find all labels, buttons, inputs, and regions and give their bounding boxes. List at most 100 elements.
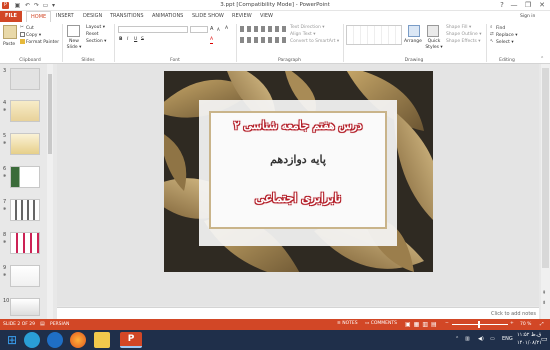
zoom-slider[interactable] (452, 324, 508, 325)
slide-title-line-1[interactable]: درس هفتم جامعه شناسی ۲ (209, 119, 387, 132)
thumbnail-scrollbar-thumb[interactable] (48, 74, 52, 154)
italic-button[interactable]: I (127, 37, 128, 43)
clock-date[interactable]: ۱۴۰۱/۰۸/۲۱ (517, 340, 542, 346)
internet-explorer-icon[interactable] (47, 332, 63, 348)
notes-pane[interactable]: Click to add notes (57, 307, 539, 319)
arrange-button[interactable]: Arrange (404, 39, 422, 45)
tab-home[interactable]: HOME (26, 11, 52, 22)
telegram-icon[interactable] (24, 332, 40, 348)
copy-button[interactable]: Copy ▾ (20, 32, 41, 39)
notes-placeholder[interactable]: Click to add notes (491, 311, 536, 317)
view-buttons[interactable]: ▣▦▥▤ (405, 321, 440, 328)
next-slide-icon[interactable]: ⇟ (542, 300, 546, 306)
format-painter-button[interactable]: Format Painter (20, 39, 59, 46)
align-text-button[interactable]: Align Text ▾ (290, 32, 316, 38)
find-button[interactable]: ⌕ Find (490, 25, 505, 32)
current-slide[interactable]: درس هفتم جامعه شناسی ۲ پایه دوازدهم نابر… (164, 71, 433, 272)
thumbnail-number: 3 (3, 68, 7, 74)
language-indicator[interactable]: PERSIAN (50, 322, 69, 327)
notes-toggle[interactable]: ≡ NOTES (337, 321, 358, 326)
fit-slide-icon[interactable]: ⤢ (540, 321, 544, 327)
collapse-ribbon-icon[interactable]: ⌃ (540, 56, 544, 62)
start-button-icon[interactable]: ⊞ (4, 332, 20, 348)
shrink-font-button[interactable]: A (217, 27, 220, 33)
help-button[interactable]: ? (496, 1, 508, 10)
cut-button[interactable]: ✂ Cut (20, 25, 34, 32)
title-bar: P ▣ ↶ ↷ ▭ ▾ 3.ppt [Compatibility Mode] -… (0, 0, 550, 11)
restore-button[interactable]: ❐ (522, 1, 534, 10)
tab-file[interactable]: FILE (0, 11, 22, 22)
shape-outline-button[interactable]: Shape Outline ▾ (446, 32, 482, 38)
powerpoint-taskbar-icon[interactable]: P (120, 332, 142, 348)
slide-thumbnail[interactable] (10, 68, 40, 90)
paragraph-group-label: Paragraph (277, 58, 302, 63)
slide-scrollbar-thumb[interactable] (542, 68, 549, 268)
font-size-combo[interactable] (190, 26, 208, 33)
font-name-combo[interactable] (118, 26, 188, 33)
previous-slide-icon[interactable]: ⇞ (542, 290, 546, 296)
tab-view[interactable]: VIEW (256, 11, 277, 22)
notifications-icon[interactable]: ▭ (541, 335, 548, 343)
sign-in-link[interactable]: Sign in (516, 11, 539, 22)
thumbnail-number: 4 (3, 100, 7, 106)
battery-icon[interactable]: ▭ (490, 336, 495, 342)
tray-chevron-icon[interactable]: ⌃ (455, 336, 459, 342)
tab-insert[interactable]: INSERT (52, 11, 78, 22)
font-color-button[interactable]: A (210, 37, 214, 44)
strikethrough-button[interactable]: S (141, 37, 144, 43)
slide-title-line-2[interactable]: پایه دوازدهم (209, 153, 387, 166)
slide-thumbnail[interactable] (10, 166, 40, 188)
convert-smartart-button[interactable]: Convert to SmartArt ▾ (290, 39, 339, 45)
keyboard-language[interactable]: ENG (502, 336, 513, 342)
minimize-button[interactable]: — (508, 1, 520, 10)
quick-styles-icon[interactable] (427, 25, 439, 37)
layout-button[interactable]: Layout ▾ (86, 25, 105, 31)
zoom-slider-thumb[interactable] (478, 321, 480, 328)
network-icon[interactable]: ▥ (465, 336, 470, 342)
slide-thumbnail[interactable] (10, 298, 40, 316)
paste-icon[interactable] (3, 25, 17, 39)
firefox-icon[interactable] (70, 332, 86, 348)
new-slide-button[interactable]: New Slide ▾ (65, 39, 83, 51)
volume-icon[interactable]: ◀) (478, 336, 484, 342)
paste-button[interactable]: Paste (3, 42, 15, 48)
shape-effects-button[interactable]: Shape Effects ▾ (446, 39, 481, 45)
underline-button[interactable]: U (134, 37, 137, 43)
slide-title-line-3[interactable]: نابرابری اجتماعی (209, 191, 387, 205)
tab-animations[interactable]: ANIMATIONS (148, 11, 187, 22)
shapes-gallery[interactable] (346, 25, 402, 45)
text-direction-button[interactable]: Text Direction ▾ (290, 25, 325, 31)
grow-font-button[interactable]: A (210, 26, 213, 32)
zoom-out-button[interactable]: − (445, 321, 449, 326)
reset-button[interactable]: Reset (86, 32, 99, 38)
file-explorer-icon[interactable] (94, 332, 110, 348)
slide-thumbnail[interactable] (10, 100, 40, 122)
new-slide-icon[interactable] (67, 25, 80, 37)
comments-toggle[interactable]: ▭ COMMENTS (365, 321, 397, 326)
slide-thumbnail[interactable] (10, 199, 40, 221)
ribbon-tabs: FILE HOME INSERT DESIGN TRANSITIONS ANIM… (0, 11, 550, 22)
zoom-level[interactable]: 70 % (520, 322, 531, 327)
zoom-in-button[interactable]: + (510, 321, 514, 326)
slide-scrollbar[interactable]: ⇞ ⇟ (541, 64, 550, 319)
arrange-icon[interactable] (408, 25, 420, 37)
alignment-buttons[interactable] (240, 37, 286, 43)
close-button[interactable]: ✕ (536, 1, 548, 10)
proofing-icon[interactable]: ▤ (40, 321, 45, 327)
tab-review[interactable]: REVIEW (228, 11, 256, 22)
clear-formatting-button[interactable]: A (225, 26, 228, 32)
slide-thumbnail[interactable] (10, 265, 40, 287)
tab-transitions[interactable]: TRANSITIONS (106, 11, 148, 22)
shape-fill-button[interactable]: Shape Fill ▾ (446, 25, 471, 31)
list-buttons[interactable] (240, 26, 286, 32)
tab-design[interactable]: DESIGN (79, 11, 106, 22)
bold-button[interactable]: B (119, 37, 122, 43)
tab-slide-show[interactable]: SLIDE SHOW (188, 11, 228, 22)
quick-styles-button[interactable]: Quick Styles ▾ (424, 39, 444, 51)
section-button[interactable]: Section ▾ (86, 39, 106, 45)
select-button[interactable]: ↖ Select ▾ (490, 39, 514, 46)
slide-thumbnail[interactable] (10, 133, 40, 155)
replace-button[interactable]: ⇄ Replace ▾ (490, 32, 518, 39)
clock-time[interactable]: ۱۱:۵۲ ق.ظ (517, 332, 541, 338)
slide-thumbnail[interactable] (10, 232, 40, 254)
